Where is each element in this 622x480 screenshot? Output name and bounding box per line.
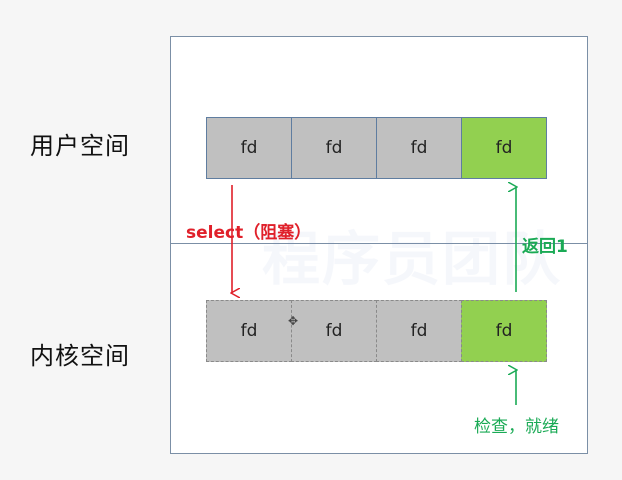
return-one-label: 返回1	[522, 237, 568, 257]
diagram-stage: 程序员团队 用户空间 内核空间 fd fd fd fd fd fd fd fd	[0, 0, 622, 480]
check-ready-label: 检查，就绪	[474, 417, 559, 437]
move-cursor-icon: ✥	[288, 314, 299, 328]
select-blocking-label: select（阻塞）	[186, 223, 312, 243]
